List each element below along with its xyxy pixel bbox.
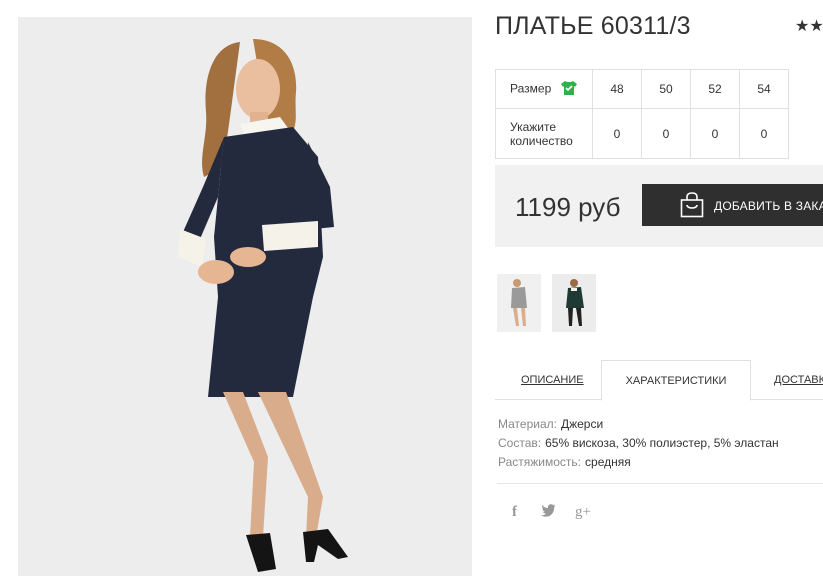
thumbnail-2[interactable] — [552, 274, 596, 332]
size-54[interactable]: 54 — [739, 69, 789, 109]
qty-input-48[interactable]: 0 — [592, 108, 642, 159]
qty-input-52[interactable]: 0 — [690, 108, 740, 159]
size-label: Размер — [510, 81, 552, 96]
qty-label: Укажите количество — [495, 108, 593, 159]
facebook-icon[interactable]: f — [512, 504, 517, 521]
spec-key: Растяжимость: — [498, 455, 582, 469]
thumbnail-1[interactable] — [497, 274, 541, 332]
product-main-photo[interactable] — [18, 17, 472, 576]
tab-characteristics[interactable]: ХАРАКТЕРИСТИКИ — [601, 360, 751, 401]
spec-row: Материал: Джерси — [498, 415, 779, 434]
add-to-order-button[interactable]: ДОБАВИТЬ В ЗАКАЗ — [642, 184, 823, 226]
spec-value: 65% вискоза, 30% полиэстер, 5% эластан — [545, 436, 779, 450]
size-52[interactable]: 52 — [690, 69, 740, 109]
buy-box: 1199 руб ДОБАВИТЬ В ЗАКАЗ — [495, 165, 823, 247]
size-50[interactable]: 50 — [641, 69, 691, 109]
twitter-icon[interactable] — [541, 504, 556, 520]
product-tabs: ОПИСАНИЕ ХАРАКТЕРИСТИКИ ДОСТАВКА — [495, 360, 823, 401]
spec-row: Состав: 65% вискоза, 30% полиэстер, 5% эл… — [498, 434, 779, 453]
rating-stars[interactable]: ★★ — [795, 16, 823, 36]
tab-delivery[interactable]: ДОСТАВКА — [774, 360, 823, 400]
add-to-order-label: ДОБАВИТЬ В ЗАКАЗ — [714, 199, 823, 213]
price: 1199 руб — [515, 192, 621, 222]
spec-list: Материал: Джерси Состав: 65% вискоза, 30% … — [498, 415, 779, 472]
product-title: ПЛАТЬЕ 60311/3 — [495, 12, 691, 40]
size-table: Размер 48 50 52 54 Укажите количество 0 … — [495, 69, 789, 159]
spec-row: Растяжимость: средняя — [498, 453, 779, 472]
qty-input-50[interactable]: 0 — [641, 108, 691, 159]
size-label-cell: Размер — [495, 69, 593, 109]
tab-description[interactable]: ОПИСАНИЕ — [521, 360, 584, 400]
spec-key: Состав: — [498, 436, 542, 450]
spec-value: Джерси — [560, 417, 604, 431]
google-plus-icon[interactable]: g+ — [575, 504, 591, 521]
shopping-bag-icon — [680, 192, 704, 221]
spec-value: средняя — [585, 455, 631, 469]
spec-key: Материал: — [498, 417, 557, 431]
divider — [497, 483, 823, 484]
shirt-check-icon[interactable] — [560, 80, 577, 98]
qty-input-54[interactable]: 0 — [739, 108, 789, 159]
size-48[interactable]: 48 — [592, 69, 642, 109]
